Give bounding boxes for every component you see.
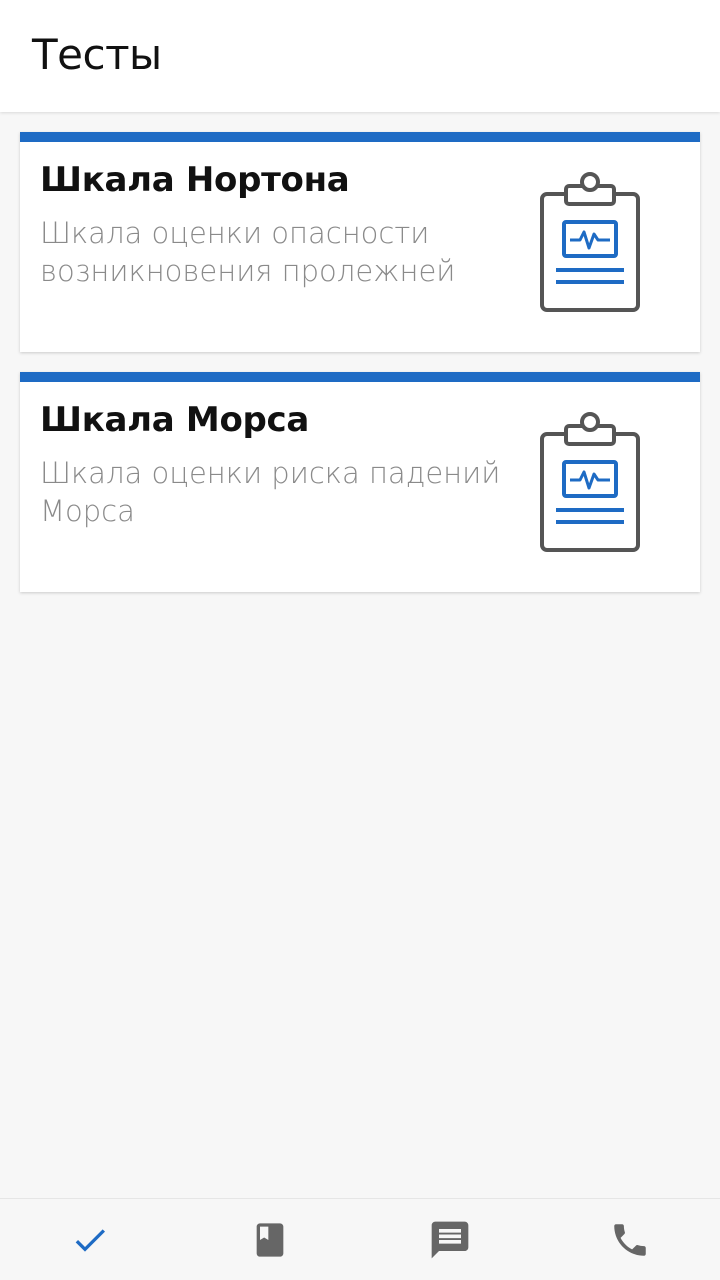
clipboard-heartbeat-icon bbox=[520, 410, 660, 560]
test-card-norton[interactable]: Шкала Нортона Шкала оценки опасности воз… bbox=[20, 132, 700, 352]
test-card-morse[interactable]: Шкала Морса Шкала оценки риска падений М… bbox=[20, 372, 700, 592]
app-screen: Тесты Шкала Нортона Шкала оценки опаснос… bbox=[0, 0, 720, 1280]
message-icon bbox=[431, 1221, 469, 1259]
clipboard-heartbeat-icon bbox=[520, 170, 660, 320]
test-card-title: Шкала Нортона bbox=[40, 160, 350, 200]
page-title: Тесты bbox=[32, 30, 162, 79]
bookmark-book-icon bbox=[256, 1223, 284, 1257]
test-card-description: Шкала оценки риска падений Морса bbox=[40, 456, 501, 528]
test-card-title: Шкала Морса bbox=[40, 400, 310, 440]
check-icon bbox=[75, 1229, 105, 1252]
nav-messages-tab[interactable] bbox=[360, 1199, 540, 1280]
nav-book-tab[interactable] bbox=[180, 1199, 360, 1280]
app-bar: Тесты bbox=[0, 0, 720, 112]
nav-phone-tab[interactable] bbox=[540, 1199, 720, 1280]
bottom-navigation bbox=[0, 1198, 720, 1280]
test-card-description: Шкала оценки опасности возникновения про… bbox=[40, 216, 456, 288]
phone-icon bbox=[614, 1224, 646, 1256]
nav-tests-tab[interactable] bbox=[0, 1199, 180, 1280]
